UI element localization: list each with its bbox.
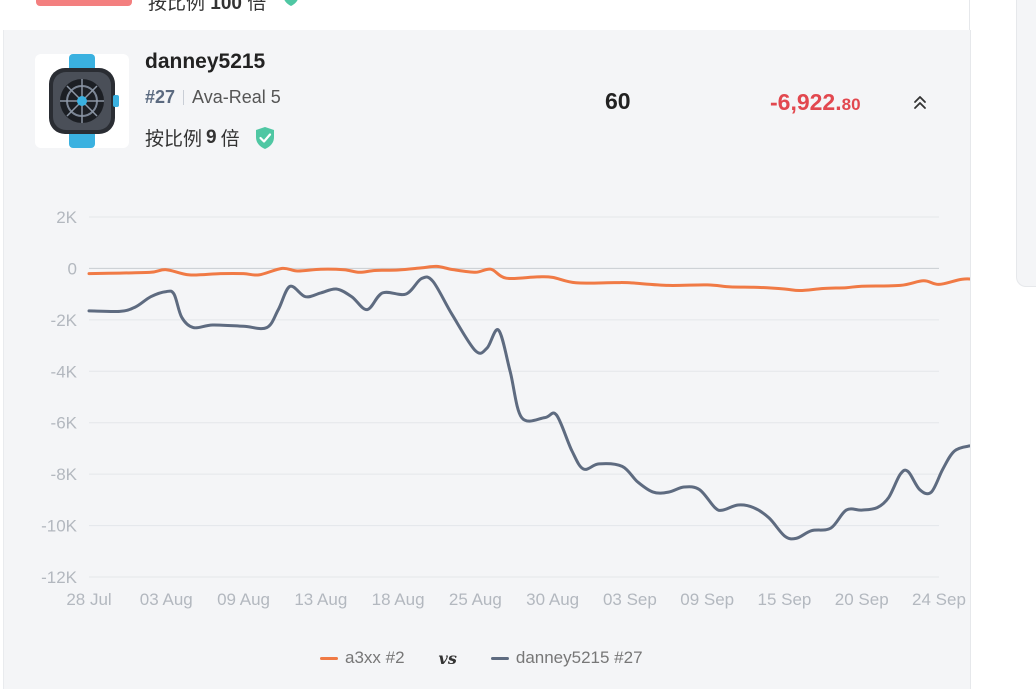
y-tick-label: -12K — [41, 568, 78, 587]
vs-label: vs — [438, 648, 457, 668]
x-tick-label: 24 Sep — [912, 590, 966, 609]
previous-trader-card: 按比例 100 倍 — [3, 0, 970, 31]
legend-item-a3xx[interactable]: a3xx #2 — [320, 648, 405, 668]
y-tick-label: -10K — [41, 517, 78, 536]
legend-item-danney5215[interactable]: danney5215 #27 — [490, 648, 643, 668]
x-tick-label: 13 Aug — [294, 590, 347, 609]
x-tick-label: 03 Sep — [603, 590, 657, 609]
verified-shield-icon — [284, 0, 298, 6]
x-tick-label: 03 Aug — [140, 590, 193, 609]
previous-trader-pill — [36, 0, 132, 6]
trader-card[interactable]: danney5215 #27 Ava-Real 5 按比例 9 倍 60 -6,… — [3, 30, 971, 689]
y-tick-label: -6K — [51, 414, 78, 433]
series-line-a3xx — [87, 264, 970, 293]
pnl-comparison-chart: 2K 0 -2K -4K -6K -8K -10K -12K 28 Jul 03 Aug 09 Au… — [41, 208, 970, 609]
chart-legend: a3xx #2 vs danney5215 #27 — [320, 648, 643, 668]
x-tick-label: 28 Jul — [66, 590, 111, 609]
x-tick-label: 25 Aug — [449, 590, 502, 609]
legend-swatch — [490, 656, 509, 660]
y-tick-label: -2K — [51, 311, 78, 330]
series-line-danney5215 — [87, 275, 970, 541]
x-tick-label: 20 Sep — [835, 590, 889, 609]
x-tick-label: 09 Sep — [680, 590, 734, 609]
y-tick-label: 0 — [68, 259, 77, 278]
legend-swatch — [320, 656, 338, 660]
y-tick-label: -8K — [51, 465, 78, 484]
x-tick-label: 18 Aug — [372, 590, 425, 609]
previous-ratio: 按比例 100 倍 — [148, 0, 267, 14]
y-tick-label: -4K — [51, 362, 78, 381]
x-tick-label: 15 Sep — [758, 590, 812, 609]
y-tick-label: 2K — [56, 208, 77, 227]
side-panel — [1016, 0, 1036, 287]
x-tick-label: 09 Aug — [217, 590, 270, 609]
x-tick-label: 30 Aug — [526, 590, 579, 609]
